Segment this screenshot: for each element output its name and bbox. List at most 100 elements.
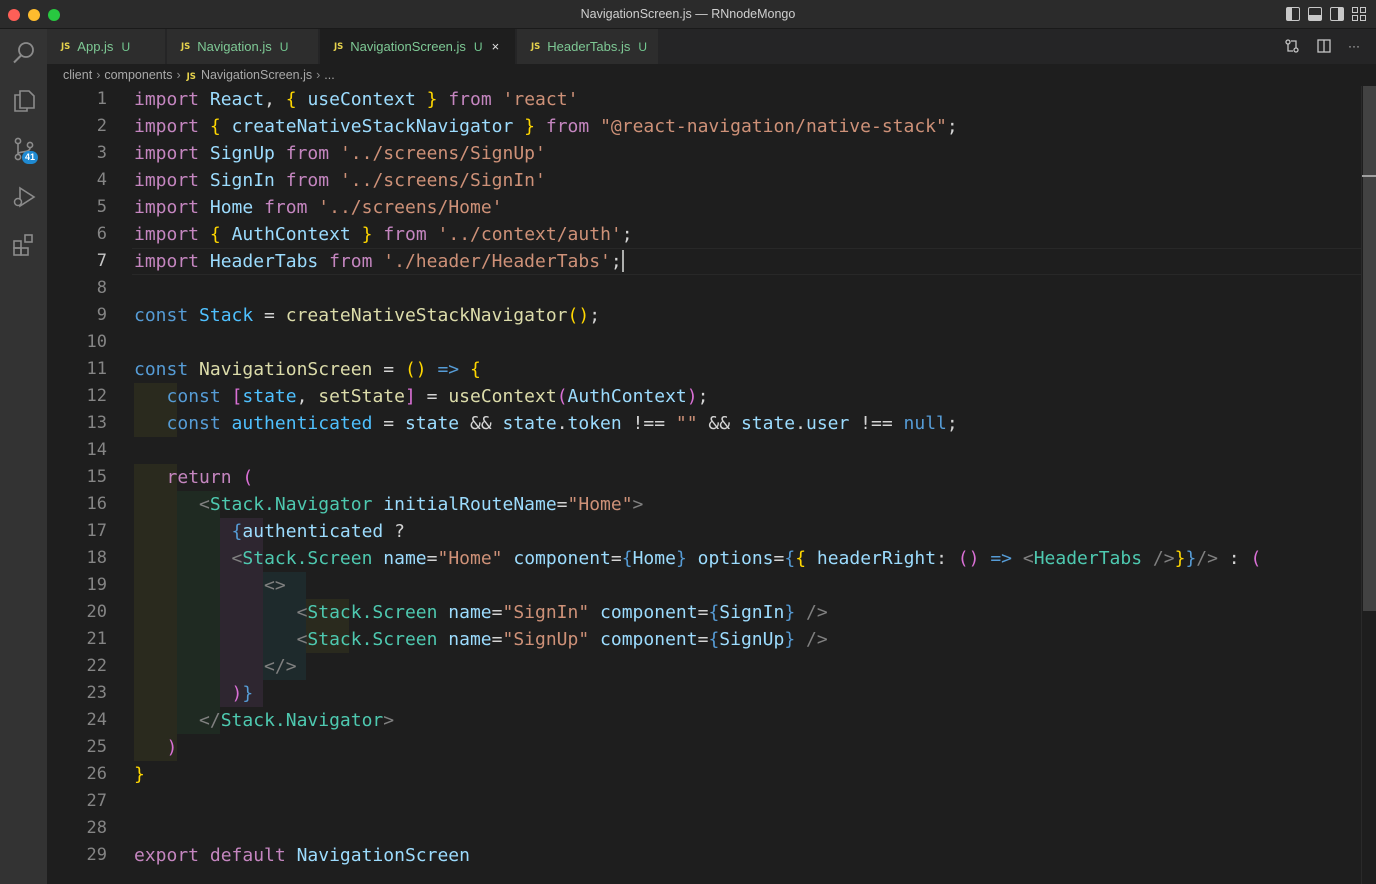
- tab-label: HeaderTabs.js: [547, 39, 631, 54]
- line-number: 25: [86, 737, 107, 757]
- line-number: 7: [96, 251, 107, 271]
- code-line: <>: [264, 575, 286, 596]
- untracked-indicator: U: [279, 39, 289, 54]
- extensions-icon[interactable]: [0, 221, 47, 269]
- breadcrumb-symbols[interactable]: ...: [324, 68, 334, 82]
- search-icon[interactable]: [0, 29, 47, 77]
- code-line: import React, { useContext } from 'react…: [134, 89, 579, 110]
- breadcrumb-item[interactable]: client: [63, 68, 92, 82]
- code-line: ): [166, 737, 178, 758]
- editor-tabs: JS App.js U JS Navigation.js U JS Naviga…: [47, 29, 1376, 64]
- line-number: 29: [86, 845, 107, 865]
- line-number: 9: [96, 305, 107, 325]
- line-number: 28: [86, 818, 107, 838]
- tab-navigationscreen-js[interactable]: JS NavigationScreen.js U ×: [320, 29, 516, 64]
- line-number: 3: [96, 143, 107, 163]
- code-line: <Stack.Navigator initialRouteName="Home"…: [199, 494, 644, 515]
- line-number: 12: [86, 386, 107, 406]
- line-number: 5: [96, 197, 107, 217]
- code-line: import SignUp from '../screens/SignUp': [134, 143, 546, 164]
- tab-app-js[interactable]: JS App.js U: [47, 29, 166, 64]
- line-number: 11: [86, 359, 107, 379]
- code-line: const [state, setState] = useContext(Aut…: [166, 386, 709, 407]
- chevron-right-icon: ›: [176, 68, 181, 82]
- code-line: }: [134, 764, 145, 785]
- code-editor[interactable]: 1 import React, { useContext } from 'reac…: [47, 86, 1361, 884]
- code-line: const Stack = createNativeStackNavigator…: [134, 305, 601, 326]
- code-line: const authenticated = state && state.tok…: [166, 413, 958, 434]
- toggle-primary-sidebar-icon[interactable]: [1286, 7, 1300, 21]
- untracked-indicator: U: [638, 39, 648, 54]
- tab-label: Navigation.js: [197, 39, 272, 54]
- untracked-indicator: U: [121, 39, 131, 54]
- more-actions-icon[interactable]: ···: [1348, 38, 1360, 54]
- customize-layout-icon[interactable]: [1352, 7, 1366, 21]
- javascript-file-icon: JS: [181, 41, 191, 52]
- line-number: 2: [96, 116, 107, 136]
- line-number: 24: [86, 710, 107, 730]
- split-editor-icon[interactable]: [1316, 38, 1332, 54]
- code-line: import { createNativeStackNavigator } fr…: [134, 116, 958, 137]
- code-line: import Home from '../screens/Home': [134, 197, 503, 218]
- source-control-icon[interactable]: 41: [0, 125, 47, 173]
- code-line: import { AuthContext } from '../context/…: [134, 224, 633, 245]
- tab-headertabs-js[interactable]: JS HeaderTabs.js U: [517, 29, 659, 64]
- open-changes-icon[interactable]: [1284, 38, 1300, 54]
- line-number: 20: [86, 602, 107, 622]
- activity-bar: 41: [0, 29, 47, 884]
- line-number: 17: [86, 521, 107, 541]
- scrollbar-thumb[interactable]: [1363, 86, 1376, 611]
- javascript-file-icon: JS: [61, 41, 71, 52]
- chevron-right-icon: ›: [316, 68, 321, 82]
- line-number: 8: [96, 278, 107, 298]
- line-number: 26: [86, 764, 107, 784]
- toggle-secondary-sidebar-icon[interactable]: [1330, 7, 1344, 21]
- breadcrumb-item[interactable]: components: [104, 68, 172, 82]
- code-line: import HeaderTabs from './header/HeaderT…: [134, 250, 624, 272]
- tab-label: App.js: [77, 39, 114, 54]
- line-number: 22: [86, 656, 107, 676]
- cursor-position-marker: [1362, 175, 1376, 177]
- javascript-file-icon: JS: [186, 72, 196, 82]
- code-line: return (: [166, 467, 254, 488]
- line-number: 18: [86, 548, 107, 568]
- code-line: <Stack.Screen name="SignUp" component={S…: [296, 629, 828, 650]
- line-number: 21: [86, 629, 107, 649]
- code-line: </>: [264, 656, 297, 677]
- line-number: 27: [86, 791, 107, 811]
- code-line: export default NavigationScreen: [134, 845, 470, 866]
- line-number: 10: [86, 332, 107, 352]
- code-line: {authenticated ?: [231, 521, 405, 542]
- vertical-scrollbar[interactable]: [1361, 86, 1376, 884]
- line-number: 15: [86, 467, 107, 487]
- line-number: 14: [86, 440, 107, 460]
- line-number: 13: [86, 413, 107, 433]
- code-line: )}: [231, 683, 254, 704]
- line-number: 6: [96, 224, 107, 244]
- line-number: 23: [86, 683, 107, 703]
- text-cursor: [621, 250, 624, 272]
- code-line: const NavigationScreen = () => {: [134, 359, 481, 380]
- code-line: <Stack.Screen name="SignIn" component={S…: [296, 602, 828, 623]
- breadcrumb: client › components › JS NavigationScreen.js ›…: [47, 64, 1376, 86]
- window-title: NavigationScreen.js — RNnodeMongo: [580, 7, 796, 21]
- explorer-icon[interactable]: [0, 77, 47, 125]
- close-tab-icon[interactable]: ×: [492, 39, 500, 54]
- javascript-file-icon: JS: [334, 41, 344, 52]
- tab-label: NavigationScreen.js: [350, 39, 466, 54]
- layout-controls: [1286, 7, 1366, 21]
- line-number: 16: [86, 494, 107, 514]
- title-bar: NavigationScreen.js — RNnodeMongo: [0, 0, 1376, 29]
- breadcrumb-file[interactable]: NavigationScreen.js: [201, 68, 312, 82]
- code-line: <Stack.Screen name="Home" component={Hom…: [231, 548, 1262, 569]
- source-control-badge: 41: [22, 151, 39, 164]
- tab-navigation-js[interactable]: JS Navigation.js U: [167, 29, 319, 64]
- editor-actions: ···: [1284, 38, 1360, 54]
- untracked-indicator: U: [473, 39, 483, 54]
- run-and-debug-icon[interactable]: [0, 173, 47, 221]
- line-number: 19: [86, 575, 107, 595]
- line-number: 4: [96, 170, 107, 190]
- toggle-panel-icon[interactable]: [1308, 7, 1322, 21]
- javascript-file-icon: JS: [531, 41, 541, 52]
- code-line: </Stack.Navigator>: [199, 710, 395, 731]
